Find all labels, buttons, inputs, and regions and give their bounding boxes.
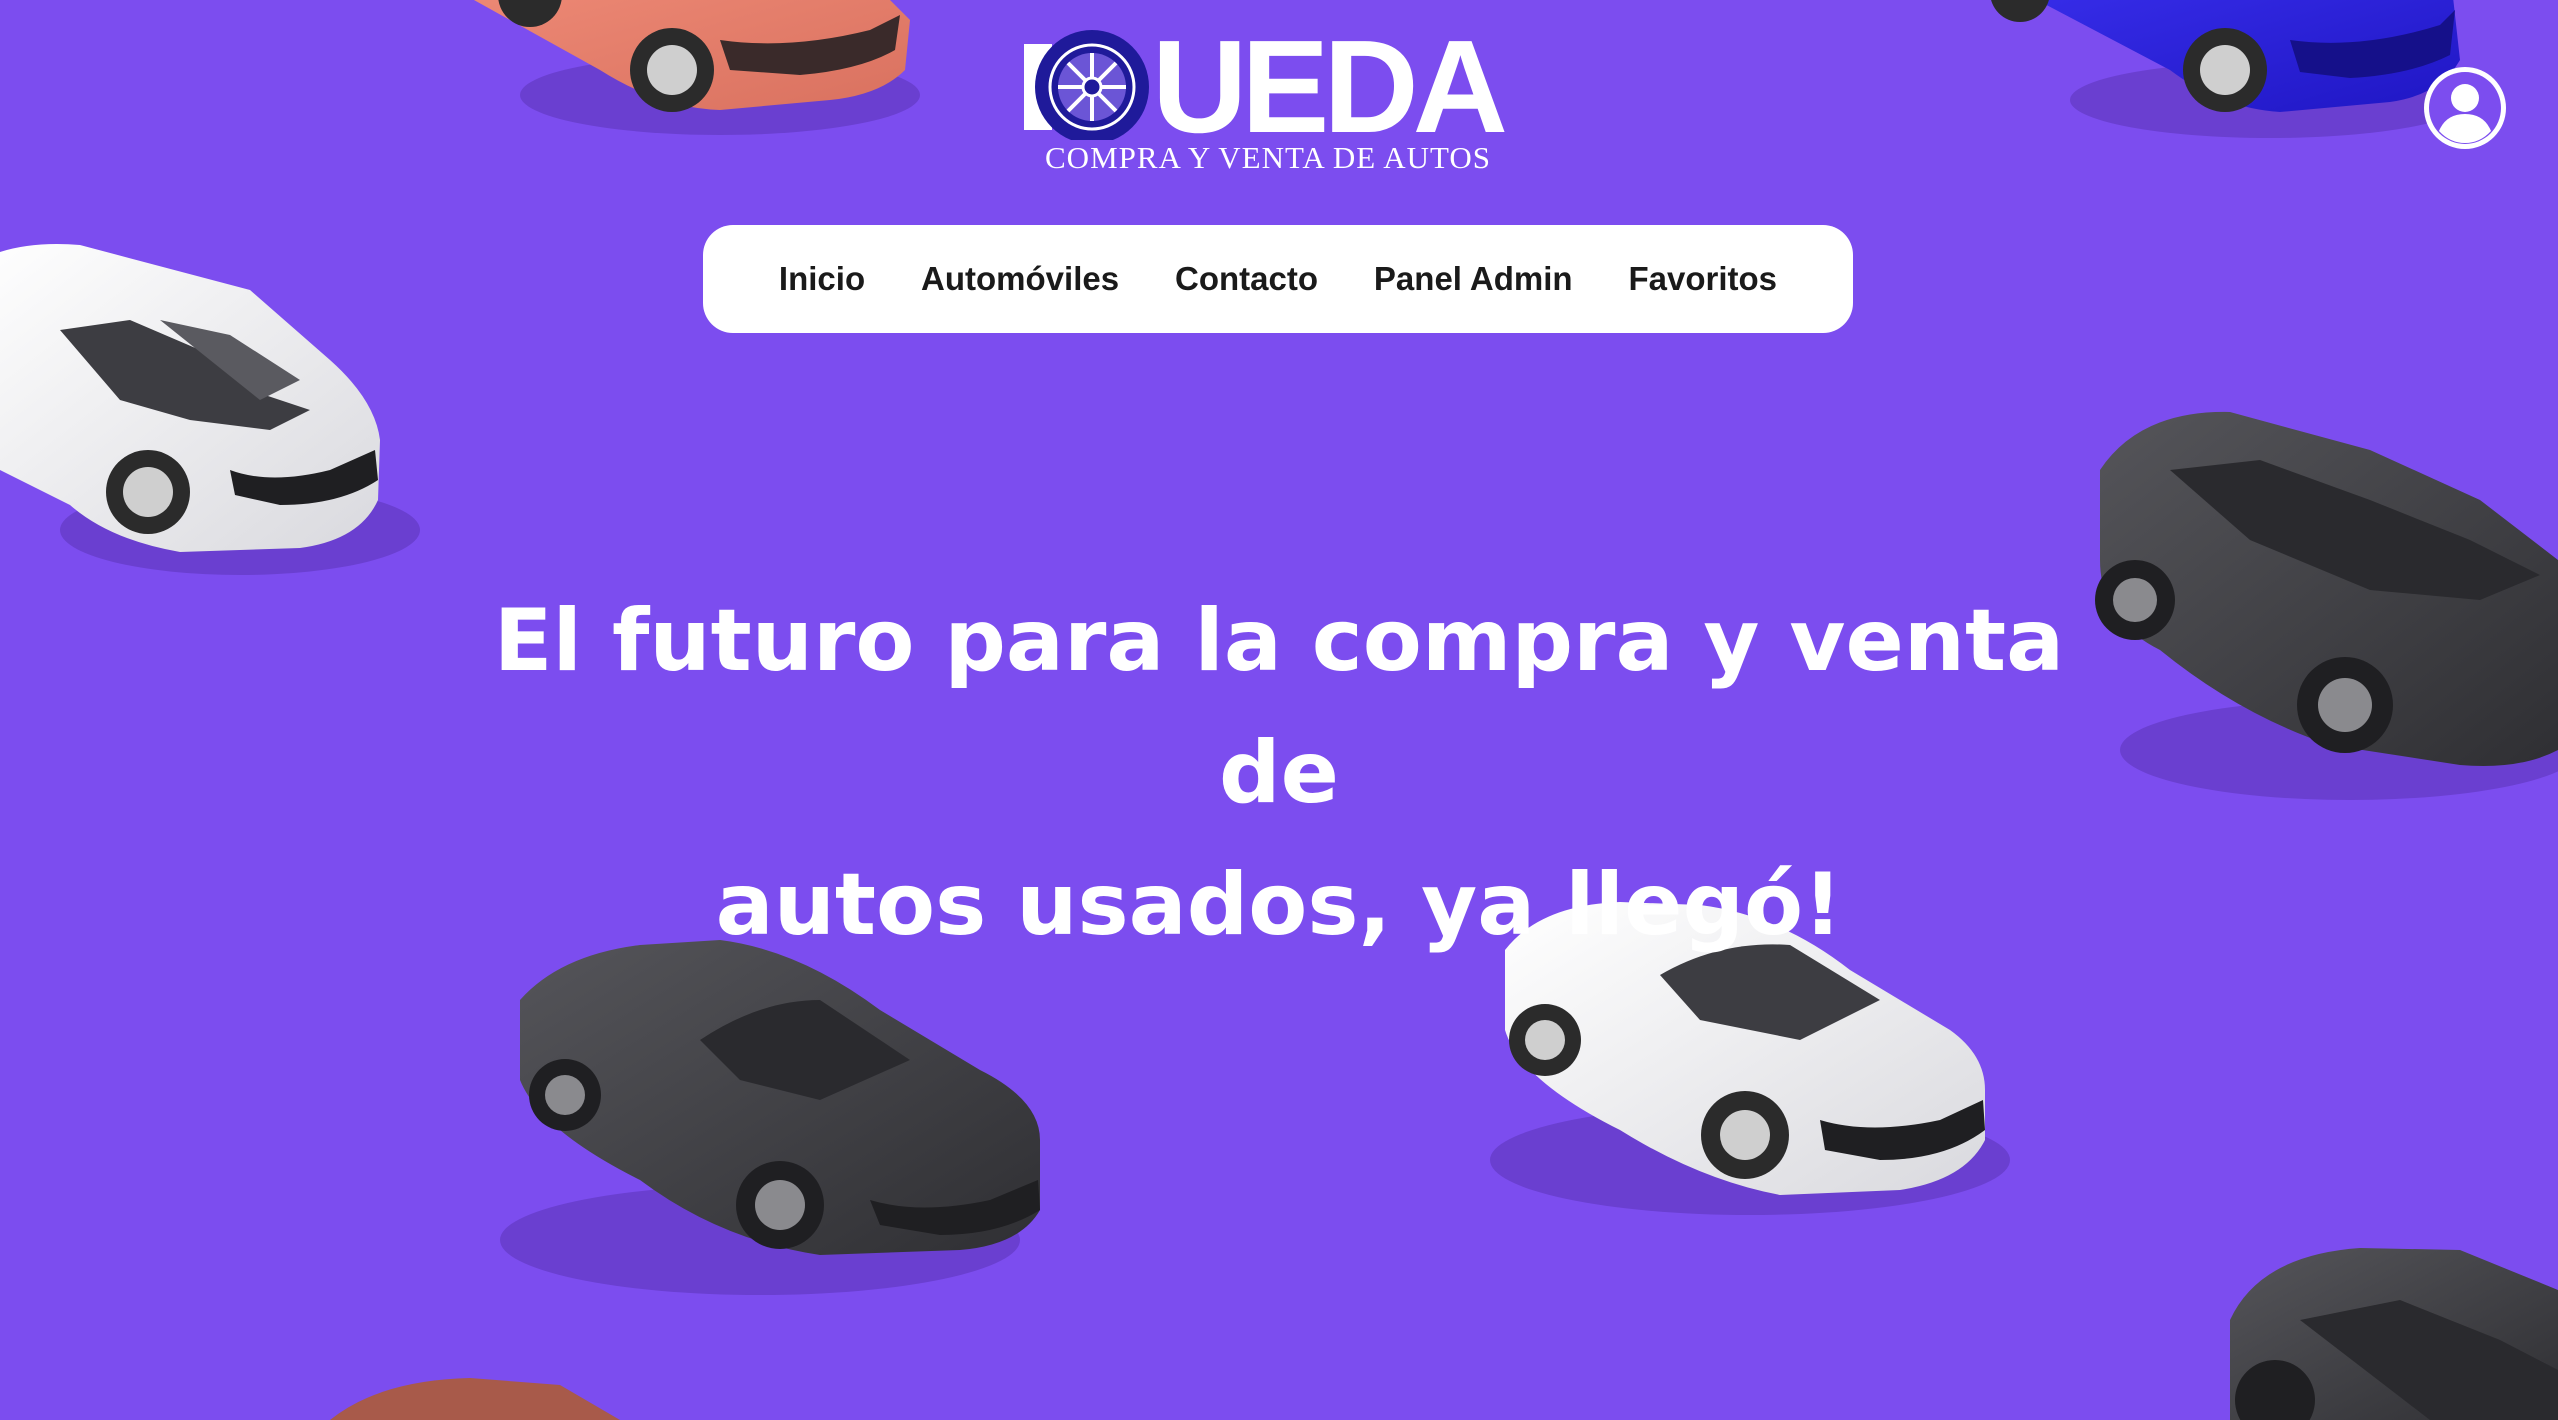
car-dark-bottom bbox=[2230, 1248, 2558, 1420]
hero-title: El futuro para la compra y venta de auto… bbox=[429, 575, 2129, 971]
hero-title-line-1: El futuro para la compra y venta de bbox=[493, 591, 2065, 823]
nav-item-contacto[interactable]: Contacto bbox=[1175, 260, 1318, 298]
nav-item-favoritos[interactable]: Favoritos bbox=[1629, 260, 1778, 298]
brand-logo[interactable]: UEDA COMPRA Y VENTA DE AUTOS bbox=[1020, 30, 1516, 180]
user-circle-icon bbox=[2429, 72, 2501, 144]
nav-item-panel-admin[interactable]: Panel Admin bbox=[1374, 260, 1573, 298]
main-nav: Inicio Automóviles Contacto Panel Admin … bbox=[703, 225, 1853, 333]
car-salmon bbox=[474, 0, 920, 135]
car-blue bbox=[1991, 0, 2470, 138]
logo-mark: UEDA bbox=[1024, 30, 1511, 140]
profile-button[interactable] bbox=[2424, 67, 2506, 149]
nav-item-automoviles[interactable]: Automóviles bbox=[921, 260, 1119, 298]
nav-item-inicio[interactable]: Inicio bbox=[779, 260, 865, 298]
logo-word: UEDA bbox=[1152, 30, 1505, 140]
car-dark-sedan bbox=[500, 940, 1040, 1295]
car-white-suv bbox=[0, 244, 420, 575]
car-dark-suv bbox=[2095, 411, 2558, 800]
logo-tagline: COMPRA Y VENTA DE AUTOS bbox=[1045, 140, 1491, 175]
wheel-icon bbox=[1035, 30, 1149, 140]
hero-title-line-2: autos usados, ya llegó! bbox=[715, 855, 1843, 955]
car-red-bottom bbox=[330, 1378, 620, 1420]
